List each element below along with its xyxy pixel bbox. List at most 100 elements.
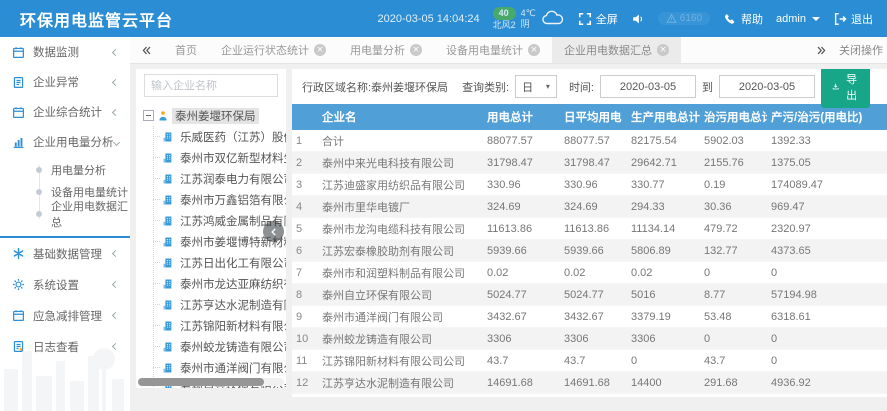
date-to-input[interactable] <box>719 75 815 98</box>
cell-3: 29642.71 <box>627 152 700 174</box>
cell-3: 3379.19 <box>627 306 700 328</box>
cell-3: 0 <box>627 350 700 372</box>
cell-0: 泰州蛟龙铸造有限公司 <box>318 328 483 350</box>
tree-node-company[interactable]: 江苏亨达水泥制造有限公司 <box>148 294 286 315</box>
alert-count-badge[interactable]: 6160 <box>658 12 710 25</box>
close-tab-icon[interactable]: × <box>410 44 422 56</box>
sidebar-subitem-usage-analysis[interactable]: 用电量分析 <box>0 159 130 181</box>
row-index: 5 <box>292 218 318 240</box>
tree-node-company[interactable]: 泰州市双亿新型材料生产有限公司 <box>148 147 286 168</box>
building-icon <box>162 236 174 248</box>
cell-0: 泰州自立环保有限公司 <box>318 284 483 306</box>
query-type-select[interactable]: 日 ▾ <box>515 75 557 98</box>
column-header-4: 治污用电总计 <box>700 104 767 130</box>
cell-3: 294.33 <box>627 196 700 218</box>
cell-2: 5939.66 <box>560 240 627 262</box>
tree-node-label: 泰州市通洋阀门有限公司 <box>177 360 286 376</box>
cell-1: 31798.47 <box>483 152 560 174</box>
row-index: 7 <box>292 262 318 284</box>
tree-node-company[interactable]: 乐威医药（江苏）股份有限公司 <box>148 126 286 147</box>
building-icon <box>162 173 174 185</box>
tree-node-company[interactable]: 泰州市万鑫铝箔有限公司 <box>148 189 286 210</box>
cell-4: 30.36 <box>700 196 767 218</box>
tree-node-label: 江苏润泰电力有限公司 <box>177 171 286 187</box>
user-menu[interactable]: admin <box>776 13 820 25</box>
tree-node-company[interactable]: 泰州市龙达亚麻纺织有限公司 <box>148 273 286 294</box>
tab-label: 设备用电量统计 <box>446 42 523 58</box>
tree-node-label: 乐威医药（江苏）股份有限公司 <box>177 129 286 145</box>
tree-node-company[interactable]: 江苏润泰电力有限公司 <box>148 168 286 189</box>
tab-label: 用电量分析 <box>350 42 405 58</box>
username-label: admin <box>776 13 806 25</box>
building-icon <box>162 362 174 374</box>
cell-4: 43.7 <box>700 350 767 372</box>
row-index: 8 <box>292 284 318 306</box>
cell-3: 11134.14 <box>627 218 700 240</box>
close-tab-icon[interactable]: × <box>657 44 669 56</box>
cell-5: 0 <box>767 262 887 284</box>
tab-enterprise-status-stats[interactable]: 企业运行状态统计× <box>209 37 338 63</box>
chart-icon <box>12 136 25 149</box>
tree-node-company[interactable]: 泰州市通洋阀门有限公司 <box>148 357 286 378</box>
fullscreen-button[interactable]: 全屏 <box>578 11 618 27</box>
table-row: 1合计88077.5788077.5782175.545902.031392.3… <box>292 130 887 152</box>
logout-icon <box>833 12 847 26</box>
cell-0: 江苏宏泰橡胶助剂有限公司 <box>318 240 483 262</box>
sidebar-item-electricity-analysis[interactable]: 企业用电量分析 <box>0 127 130 157</box>
tab-device-usage-stats[interactable]: 设备用电量统计 × <box>434 37 552 63</box>
sidebar-item-label: 日志查看 <box>33 339 79 355</box>
app-header: 环保用电监管云平台 2020-03-05 14:04:24 40 北风2 4℃ … <box>0 0 887 37</box>
phone-icon <box>723 12 737 26</box>
sidebar-item-enterprise-abnormal[interactable]: 企业异常 <box>0 67 130 97</box>
row-index: 12 <box>292 372 318 394</box>
close-tab-icon[interactable]: × <box>528 44 540 56</box>
cell-1: 5024.77 <box>483 284 560 306</box>
scrollbar-thumb[interactable] <box>138 378 264 386</box>
organization-icon <box>157 110 169 122</box>
tree-node-company[interactable]: 江苏日出化工有限公司 <box>148 252 286 273</box>
date-from-input[interactable] <box>600 75 696 98</box>
export-button[interactable]: 导出 <box>821 69 870 108</box>
collapse-tree-button[interactable] <box>263 221 284 242</box>
close-tab-icon[interactable]: × <box>314 44 326 56</box>
speaker-icon[interactable] <box>631 12 645 26</box>
table-header-row: 企业名用电总计日平均用电生产用电总计治污用电总计产污/治污(用电比) <box>292 104 887 130</box>
cell-4: 0 <box>700 262 767 284</box>
sidebar-item-data-monitoring[interactable]: 数据监测 <box>0 37 130 67</box>
help-button[interactable]: 帮助 <box>723 11 763 27</box>
cell-2: 324.69 <box>560 196 627 218</box>
sidebar-item-enterprise-statistics[interactable]: 企业综合统计 <box>0 97 130 127</box>
scroll-tabs-left-icon[interactable] <box>130 37 163 63</box>
tree-node-company[interactable]: 泰州蛟龙铸造有限公司 <box>148 336 286 357</box>
query-type-label: 查询类别: <box>462 79 509 95</box>
table-row: 4泰州市里华电镀厂324.69324.69294.3330.36969.47 <box>292 196 887 218</box>
scroll-tabs-right-icon[interactable] <box>814 45 829 56</box>
sidebar-item-basic-data-management[interactable]: 基础数据管理 <box>0 238 130 269</box>
tab-usage-data-summary[interactable]: 企业用电数据汇总× <box>552 37 681 63</box>
column-header-2: 日平均用电 <box>560 104 627 130</box>
cell-0: 泰州市龙沟电缆科技有限公司 <box>318 218 483 240</box>
sidebar-item-label: 应急减排管理 <box>33 308 102 324</box>
logout-button[interactable]: 退出 <box>833 11 873 27</box>
tree-expander-icon[interactable] <box>143 110 154 121</box>
app-window: 环保用电监管云平台 2020-03-05 14:04:24 40 北风2 4℃ … <box>0 0 887 411</box>
search-input[interactable] <box>144 74 278 97</box>
sidebar-item-log-view[interactable]: 日志查看 <box>0 331 130 362</box>
sidebar-item-emergency-reduction[interactable]: 应急减排管理 <box>0 300 130 331</box>
cell-4: 0 <box>700 328 767 350</box>
tab-usage-analysis[interactable]: 用电量分析 × <box>338 37 434 63</box>
tree-horizontal-scrollbar[interactable] <box>138 378 284 386</box>
tree-node-company[interactable]: 江苏锦阳新材料有限公司公司 <box>148 315 286 336</box>
tab-home[interactable]: 首页 <box>163 37 209 63</box>
cell-1: 14691.68 <box>483 372 560 394</box>
sidebar-subitem-usage-data-summary[interactable]: 企业用电数据汇总 <box>0 203 130 225</box>
datetime-label: 2020-03-05 14:04:24 <box>377 13 479 25</box>
cell-5: 57194.98 <box>767 284 887 306</box>
tab-label: 首页 <box>175 42 197 58</box>
download-icon <box>832 81 839 92</box>
close-operations-button[interactable]: 关闭操作 <box>839 42 883 58</box>
tree-node-taizhou-jiangyan-epb[interactable]: 泰州姜堰环保局 <box>143 105 286 126</box>
cell-2: 3432.67 <box>560 306 627 328</box>
sidebar-item-system-settings[interactable]: 系统设置 <box>0 269 130 300</box>
cell-4: 0.19 <box>700 174 767 196</box>
